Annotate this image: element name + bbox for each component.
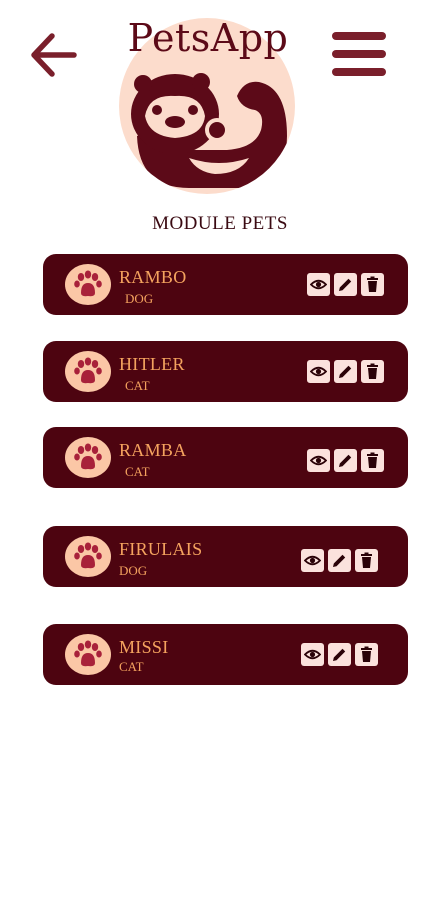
pet-card[interactable]: FIRULAIS DOG: [43, 526, 408, 587]
pet-actions: [301, 643, 378, 666]
paw-icon: [74, 357, 102, 384]
pet-avatar: [65, 536, 111, 577]
trash-icon: [367, 363, 378, 379]
edit-button[interactable]: [328, 643, 351, 666]
edit-button[interactable]: [334, 449, 357, 472]
pet-avatar: [65, 351, 111, 392]
pet-avatar: [65, 634, 111, 675]
pet-type: CAT: [125, 464, 150, 479]
pencil-icon: [339, 365, 352, 378]
trash-icon: [361, 552, 372, 568]
pet-actions: [307, 360, 384, 383]
trash-icon: [367, 452, 378, 468]
view-button[interactable]: [307, 273, 330, 296]
pencil-icon: [333, 554, 346, 567]
eye-icon: [310, 366, 327, 377]
pet-name: HITLER: [119, 354, 185, 374]
pet-name: RAMBA: [119, 440, 187, 460]
pet-card[interactable]: RAMBO DOG: [43, 254, 408, 315]
pet-avatar: [65, 264, 111, 305]
section-title: MODULE PETS: [152, 213, 288, 234]
eye-icon: [304, 555, 321, 566]
eye-icon: [310, 279, 327, 290]
pet-name: MISSI: [119, 637, 169, 657]
pet-card[interactable]: HITLER CAT: [43, 341, 408, 402]
paw-icon: [74, 542, 102, 569]
eye-icon: [310, 455, 327, 466]
trash-icon: [367, 276, 378, 292]
edit-button[interactable]: [334, 360, 357, 383]
pet-actions: [301, 549, 378, 572]
pencil-icon: [339, 278, 352, 291]
menu-button[interactable]: [330, 30, 388, 80]
delete-button[interactable]: [361, 360, 384, 383]
delete-button[interactable]: [355, 643, 378, 666]
view-button[interactable]: [301, 643, 324, 666]
delete-button[interactable]: [361, 449, 384, 472]
paw-icon: [74, 270, 102, 297]
view-button[interactable]: [307, 360, 330, 383]
edit-button[interactable]: [334, 273, 357, 296]
eye-icon: [304, 649, 321, 660]
trash-icon: [361, 646, 372, 662]
pet-card[interactable]: MISSI CAT: [43, 624, 408, 685]
delete-button[interactable]: [355, 549, 378, 572]
pencil-icon: [339, 454, 352, 467]
pet-actions: [307, 449, 384, 472]
pet-avatar: [65, 437, 111, 478]
pet-name: RAMBO: [119, 267, 187, 287]
pet-type: CAT: [119, 659, 144, 674]
paw-icon: [74, 443, 102, 470]
pets-module-screen: PetsApp MODULE PETS RAMBO DOG HITLER CAT…: [0, 0, 440, 900]
delete-button[interactable]: [361, 273, 384, 296]
pet-name: FIRULAIS: [119, 539, 203, 559]
pet-actions: [307, 273, 384, 296]
pencil-icon: [333, 648, 346, 661]
view-button[interactable]: [301, 549, 324, 572]
pet-type: CAT: [125, 378, 150, 393]
pet-card[interactable]: RAMBA CAT: [43, 427, 408, 488]
view-button[interactable]: [307, 449, 330, 472]
paw-icon: [74, 640, 102, 667]
pet-type: DOG: [119, 563, 148, 578]
pet-type: DOG: [125, 291, 154, 306]
edit-button[interactable]: [328, 549, 351, 572]
